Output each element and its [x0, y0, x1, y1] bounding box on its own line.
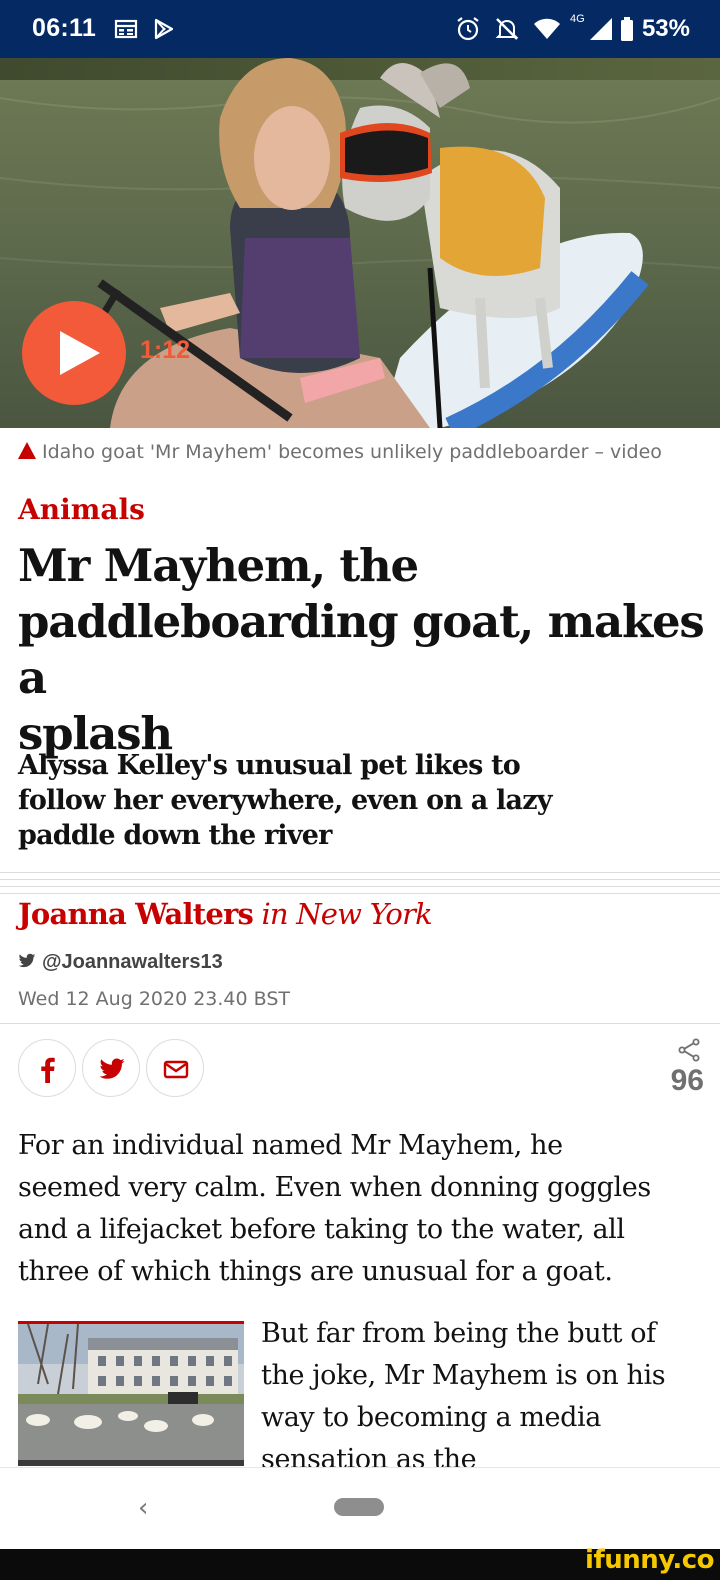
author-location: in New York	[261, 897, 432, 931]
paragraph-line: the joke, Mr Mayhem is on his	[261, 1360, 666, 1391]
author-link[interactable]: Joanna Walters	[18, 897, 254, 931]
facebook-icon	[41, 1057, 55, 1083]
system-nav-bar: ‹	[0, 1467, 720, 1549]
status-bar: 06:11 4G 53%	[0, 0, 720, 58]
share-icon[interactable]	[677, 1038, 701, 1062]
article-paragraph: For an individual named Mr Mayhem, he se…	[18, 1125, 708, 1293]
standfirst-line: paddle down the river	[18, 820, 332, 851]
standfirst: Alyssa Kelley's unusual pet likes to fol…	[18, 748, 578, 853]
divider	[0, 872, 720, 873]
play-icon	[60, 331, 100, 375]
video-duration: 1:12	[140, 336, 191, 364]
alarm-icon	[457, 17, 479, 41]
battery-percent: 53%	[641, 15, 690, 42]
share-twitter-button[interactable]	[82, 1039, 140, 1097]
headline: Mr Mayhem, the paddleboarding goat, make…	[18, 538, 708, 762]
battery-icon	[621, 17, 633, 41]
twitter-handle-text: @Joannawalters13	[42, 951, 223, 973]
caption-text: Idaho goat 'Mr Mayhem' becomes unlikely …	[42, 441, 662, 463]
video-player[interactable]: 1:12	[0, 58, 720, 428]
wifi-icon	[534, 18, 560, 39]
headline-line: paddleboarding goat, makes a	[18, 595, 705, 704]
watermark: ifunny.co	[585, 1545, 714, 1575]
back-button[interactable]: ‹	[138, 1493, 148, 1523]
paragraph-line: seemed very calm. Even when donning gogg…	[18, 1172, 651, 1203]
article-paragraph: But far from being the butt of the joke,…	[261, 1313, 711, 1481]
byline: Joanna Walters in New York	[18, 897, 433, 931]
standfirst-line: follow her everywhere, even on a lazy	[18, 785, 552, 816]
clock: 06:11	[32, 14, 97, 42]
goats-street-image	[18, 1324, 244, 1466]
paragraph-line: For an individual named Mr Mayhem, he	[18, 1130, 563, 1161]
paragraph-line: three of which things are unusual for a …	[18, 1256, 613, 1287]
caption-triangle-icon	[18, 442, 36, 459]
standfirst-line: Alyssa Kelley's unusual pet likes to	[18, 750, 521, 781]
share-count: 96	[670, 1064, 704, 1097]
divider	[0, 893, 720, 894]
signal-icon	[590, 18, 612, 40]
twitter-bird-icon	[18, 953, 36, 968]
share-facebook-button[interactable]	[18, 1039, 76, 1097]
divider	[0, 879, 720, 880]
paragraph-line: way to becoming a media	[261, 1402, 601, 1433]
twitter-icon	[99, 1058, 125, 1079]
paragraph-line: and a lifejacket before taking to the wa…	[18, 1214, 625, 1245]
divider	[0, 886, 720, 887]
headline-line: Mr Mayhem, the	[18, 539, 419, 592]
publish-date: Wed 12 Aug 2020 23.40 BST	[18, 988, 291, 1010]
email-icon	[163, 1060, 189, 1079]
home-pill[interactable]	[334, 1498, 384, 1516]
related-article-image[interactable]	[18, 1321, 244, 1466]
network-type: 4G	[570, 13, 585, 25]
divider	[0, 1023, 720, 1024]
play-store-icon	[154, 18, 174, 40]
video-caption: Idaho goat 'Mr Mayhem' becomes unlikely …	[18, 441, 708, 463]
paragraph-line: But far from being the butt of	[261, 1318, 656, 1349]
twitter-handle[interactable]: @Joannawalters13	[18, 951, 223, 974]
play-button[interactable]	[22, 301, 126, 405]
section-label[interactable]: Animals	[18, 493, 145, 526]
calendar-icon	[114, 19, 138, 39]
mute-icon	[495, 18, 519, 40]
share-email-button[interactable]	[146, 1039, 204, 1097]
watermark-bar: ifunny.co	[0, 1545, 720, 1580]
